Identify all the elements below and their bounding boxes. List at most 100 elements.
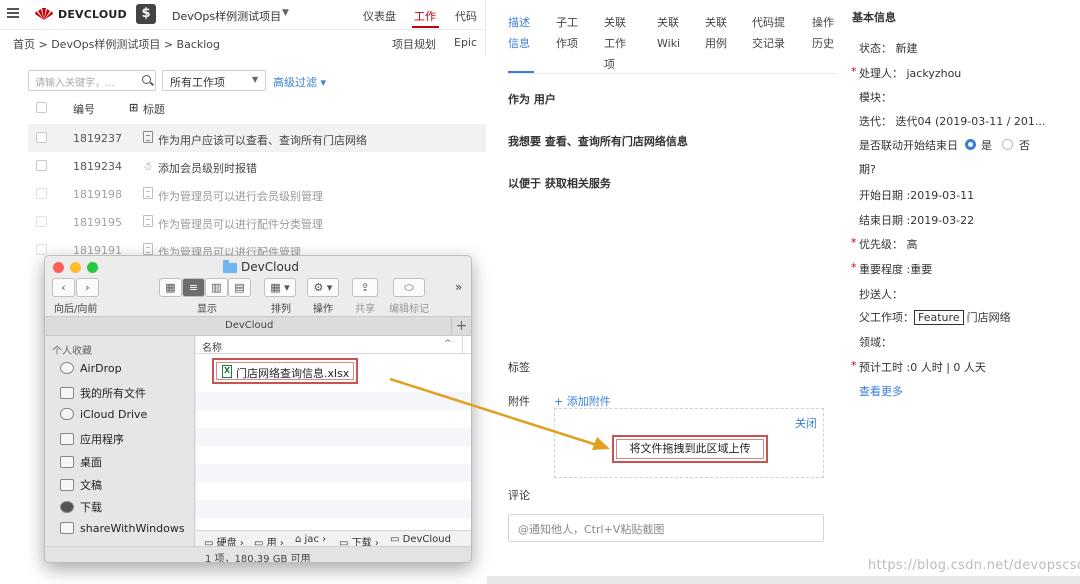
row-checkbox[interactable] bbox=[36, 188, 47, 199]
sidebar-item-downloads[interactable]: 下载 bbox=[60, 499, 102, 515]
search-input[interactable]: 请输入关键字，... bbox=[28, 70, 156, 91]
empty-row-stripe bbox=[196, 464, 471, 482]
row-title[interactable]: 作为管理员可以进行配件分类管理 bbox=[158, 216, 323, 232]
row-checkbox[interactable] bbox=[36, 244, 47, 255]
sidebar-item-all-files[interactable]: 我的所有文件 bbox=[60, 385, 146, 401]
row-title[interactable]: 作为管理员可以进行会员级别管理 bbox=[158, 188, 323, 204]
sidebar-item-airdrop[interactable]: AirDrop bbox=[60, 362, 122, 375]
column-header-title[interactable]: 标题 bbox=[143, 101, 165, 117]
field-severity[interactable]: 重要程度 :重要 bbox=[859, 261, 932, 277]
tab-linked-work-items[interactable]: 关联 工作项 bbox=[604, 12, 626, 75]
column-view-button[interactable]: ▥ bbox=[205, 278, 228, 297]
brand-name[interactable]: DEVCLOUD bbox=[58, 8, 127, 21]
add-attachment-button[interactable]: + 添加附件 bbox=[554, 393, 611, 409]
breadcrumb[interactable]: 首页 > DevOps样例测试项目 > Backlog bbox=[13, 36, 220, 52]
path-segment-devcloud[interactable]: ▭ DevCloud bbox=[390, 534, 451, 545]
action-gear-button[interactable]: ⚙ ▾ bbox=[307, 278, 339, 297]
tab-history[interactable]: 操作 历史 bbox=[812, 12, 834, 54]
sidebar-item-applications[interactable]: 应用程序 bbox=[60, 431, 124, 447]
link-project-planning[interactable]: 项目规划 bbox=[392, 36, 436, 52]
documents-icon bbox=[60, 479, 74, 491]
sidebar-item-label: 下载 bbox=[80, 501, 102, 514]
tab-description[interactable]: 描述 信息 bbox=[508, 12, 530, 54]
radio-yes[interactable] bbox=[965, 139, 976, 150]
edit-tags-button[interactable]: ⬭ bbox=[393, 278, 425, 297]
tab-title[interactable]: DevCloud bbox=[225, 320, 273, 331]
work-item-detail-panel: 描述 信息 子工 作项 关联 工作项 关联 Wiki 关联 用例 代码提 交记录 操作 历史 … bbox=[487, 0, 1080, 584]
horizontal-scrollbar[interactable] bbox=[487, 576, 1080, 584]
row-checkbox[interactable] bbox=[36, 132, 47, 143]
sidebar-item-share-with-windows[interactable]: shareWithWindows bbox=[60, 522, 185, 535]
row-id: 1819195 bbox=[73, 216, 122, 229]
field-handler[interactable]: 处理人： jackyzhou bbox=[859, 65, 961, 81]
path-segment-home[interactable]: ⌂ jac › bbox=[295, 534, 326, 545]
field-start-date[interactable]: 开始日期 :2019-03-11 bbox=[859, 187, 974, 203]
icon-view-button[interactable]: ▦ bbox=[159, 278, 182, 297]
field-estimate[interactable]: 预计工时 :0 人时 | 0 人天 bbox=[859, 359, 986, 375]
field-module[interactable]: 模块： bbox=[859, 89, 892, 105]
comment-input[interactable]: @通知他人，Ctrl+V粘贴截图 bbox=[508, 514, 824, 542]
field-status[interactable]: 状态： 新建 bbox=[859, 40, 918, 56]
menu-icon[interactable] bbox=[7, 8, 19, 18]
story-icon bbox=[143, 215, 153, 227]
nav-dashboard[interactable]: 仪表盘 bbox=[363, 8, 396, 24]
field-iteration[interactable]: 迭代： 迭代04 (2019-03-11 / 201... bbox=[859, 113, 1045, 129]
search-icon[interactable] bbox=[142, 75, 151, 84]
row-title[interactable]: 添加会员级别时报错 bbox=[158, 160, 257, 176]
empty-row-stripe bbox=[196, 500, 471, 518]
chevron-down-icon[interactable]: ▼ bbox=[282, 8, 289, 18]
watermark: https://blog.csdn.net/devopscsdn bbox=[868, 558, 1080, 573]
row-title[interactable]: 作为用户应该可以查看、查询所有门店网络 bbox=[158, 132, 367, 148]
minimize-window-button[interactable] bbox=[70, 262, 81, 273]
column-header-name[interactable]: 名称 ^ bbox=[196, 336, 471, 354]
row-checkbox[interactable] bbox=[36, 216, 47, 227]
field-parent-item[interactable]: 父工作项： Feature 门店网络 bbox=[859, 309, 1011, 325]
expand-all-icon[interactable]: ⊞ bbox=[129, 101, 138, 114]
link-epic[interactable]: Epic bbox=[454, 36, 477, 49]
share-button[interactable]: ⇪ bbox=[352, 278, 378, 297]
sidebar-item-documents[interactable]: 文稿 bbox=[60, 477, 102, 493]
table-row[interactable]: 1819237 作为用户应该可以查看、查询所有门店网络 bbox=[28, 124, 486, 152]
arrange-button[interactable]: ▦ ▾ bbox=[264, 278, 296, 297]
tab-linked-test-cases[interactable]: 关联 用例 bbox=[705, 12, 727, 54]
list-view-button[interactable]: ≡ bbox=[182, 278, 205, 297]
see-more-link[interactable]: 查看更多 bbox=[859, 383, 903, 399]
select-all-checkbox[interactable] bbox=[36, 102, 47, 113]
tab-linked-wiki[interactable]: 关联 Wiki bbox=[657, 12, 680, 54]
toolbar-overflow-icon[interactable]: » bbox=[455, 280, 462, 294]
dropzone-close-button[interactable]: 关闭 bbox=[795, 415, 817, 431]
file-dropzone[interactable]: 关闭 将文件拖拽到此区域上传 bbox=[554, 408, 824, 478]
chevron-down-icon[interactable]: ▼ bbox=[252, 75, 258, 84]
field-priority[interactable]: 优先级： 高 bbox=[859, 236, 918, 252]
parent-item-value[interactable]: 门店网络 bbox=[967, 311, 1011, 324]
tab-subtasks[interactable]: 子工 作项 bbox=[556, 12, 578, 54]
table-row[interactable]: 1819234 ☃ 添加会员级别时报错 bbox=[28, 152, 486, 180]
field-cc[interactable]: 抄送人： bbox=[859, 286, 903, 302]
project-selector[interactable]: DevOps样例测试项目 bbox=[172, 8, 281, 24]
advanced-filter-link[interactable]: 高级过滤 ▾ bbox=[273, 74, 326, 90]
sidebar-item-desktop[interactable]: 桌面 bbox=[60, 454, 102, 470]
tab-label: Wiki bbox=[657, 37, 681, 50]
sidebar-item-label: 文稿 bbox=[80, 479, 102, 492]
radio-no[interactable] bbox=[1002, 139, 1013, 150]
field-domain[interactable]: 领域： bbox=[859, 334, 892, 350]
work-item-filter-select[interactable]: 所有工作项 bbox=[162, 70, 266, 91]
back-button[interactable]: ‹ bbox=[52, 278, 75, 297]
nav-work[interactable]: 工作 bbox=[414, 8, 436, 24]
forward-button[interactable]: › bbox=[76, 278, 99, 297]
nav-code[interactable]: 代码 bbox=[455, 8, 477, 24]
file-item-xlsx[interactable]: 门店网络查询信息.xlsx bbox=[212, 358, 358, 384]
folder-icon bbox=[223, 260, 237, 273]
status-text: 1 项，180.39 GB 可用 bbox=[205, 554, 311, 563]
table-row[interactable]: 1819195 作为管理员可以进行配件分类管理 bbox=[28, 208, 486, 236]
field-end-date[interactable]: 结束日期 :2019-03-22 bbox=[859, 212, 974, 228]
sidebar-item-icloud[interactable]: iCloud Drive bbox=[60, 408, 147, 421]
new-tab-button[interactable]: + bbox=[451, 317, 471, 335]
table-row[interactable]: 1819198 作为管理员可以进行会员级别管理 bbox=[28, 180, 486, 208]
zoom-window-button[interactable] bbox=[87, 262, 98, 273]
close-window-button[interactable] bbox=[53, 262, 64, 273]
tab-code-commits[interactable]: 代码提 交记录 bbox=[752, 12, 785, 54]
column-header-id[interactable]: 编号 bbox=[73, 101, 95, 117]
gallery-view-button[interactable]: ▤ bbox=[228, 278, 251, 297]
row-checkbox[interactable] bbox=[36, 160, 47, 171]
